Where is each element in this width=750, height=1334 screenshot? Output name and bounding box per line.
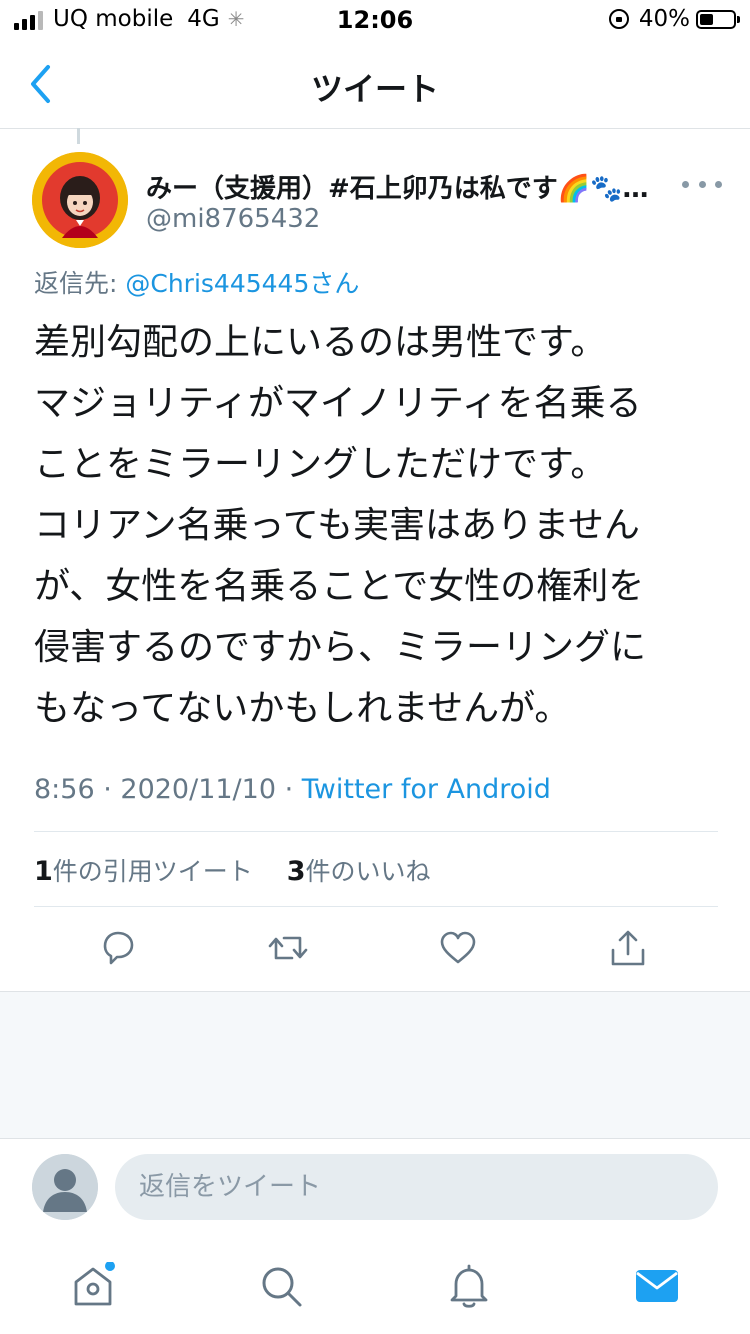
tab-home[interactable] bbox=[68, 1261, 118, 1310]
tweet-source-link[interactable]: Twitter for Android bbox=[302, 774, 551, 805]
tweet-text-line: ことをミラーリングしただけです。 bbox=[34, 444, 607, 485]
reply-icon bbox=[103, 931, 134, 965]
status-right: 40% bbox=[608, 6, 740, 32]
rotation-lock-icon bbox=[608, 9, 629, 29]
empty-replies-area bbox=[0, 991, 750, 1139]
share-button[interactable] bbox=[608, 928, 648, 968]
notifications-icon bbox=[450, 1264, 488, 1308]
tweet-text-line: が、女性を名乗ることで女性の権利を bbox=[34, 566, 645, 607]
tab-search[interactable] bbox=[256, 1262, 306, 1310]
tab-notifications[interactable] bbox=[444, 1262, 494, 1310]
tweet-text-line: 差別勾配の上にいるのは男性です。 bbox=[34, 322, 607, 363]
tweet-text: 差別勾配の上にいるのは男性です。 マジョリティがマイノリティを名乗る ことをミラ… bbox=[34, 312, 724, 739]
reply-button[interactable] bbox=[98, 928, 138, 968]
quote-count: 1 bbox=[34, 856, 53, 887]
author-handle[interactable]: @mi8765432 bbox=[146, 204, 320, 234]
author-avatar[interactable] bbox=[32, 152, 128, 248]
reply-to-prefix: 返信先: bbox=[34, 269, 126, 298]
quote-label: 件の引用ツイート bbox=[52, 857, 253, 886]
messages-icon bbox=[636, 1270, 678, 1302]
thread-line bbox=[77, 128, 80, 144]
battery-percent: 40% bbox=[638, 6, 690, 32]
retweet-button[interactable] bbox=[268, 928, 308, 968]
tweet-text-line: マジョリティがマイノリティを名乗る bbox=[34, 383, 642, 424]
more-options-button[interactable] bbox=[682, 172, 722, 196]
likes-link[interactable]: 3件のいいね bbox=[286, 856, 431, 887]
like-count: 3 bbox=[286, 856, 306, 887]
reply-to-line: 返信先: @Chris445445さん bbox=[34, 264, 359, 300]
quote-tweets-link[interactable]: 1件の引用ツイート bbox=[34, 856, 253, 887]
tweet-meta: 8:56 · 2020/11/10 · Twitter for Android bbox=[34, 774, 551, 805]
tab-messages[interactable] bbox=[632, 1262, 682, 1310]
home-icon bbox=[74, 1261, 115, 1306]
like-label: 件のいいね bbox=[305, 857, 431, 886]
divider bbox=[34, 906, 718, 907]
battery-icon bbox=[696, 9, 740, 29]
retweet-icon bbox=[268, 936, 308, 960]
tweet-stats: 1件の引用ツイート 3件のいいね bbox=[34, 852, 431, 888]
reply-to-mention[interactable]: @Chris445445さん bbox=[125, 269, 359, 298]
tweet-text-line: 侵害するのですから、ミラーリングに bbox=[34, 627, 647, 668]
more-dot bbox=[715, 180, 722, 188]
tweet-time: 8:56 bbox=[34, 774, 95, 805]
tweet-text-line: もなってないかもしれませんが。 bbox=[34, 688, 571, 729]
new-content-dot bbox=[105, 1261, 115, 1271]
tweet-date: 2020/11/10 bbox=[120, 774, 277, 805]
avatar-image bbox=[32, 152, 128, 248]
page-title: ツイート bbox=[310, 70, 439, 108]
status-bar: UQ mobile 4G ✳ 12:06 40% bbox=[0, 0, 750, 42]
more-dot bbox=[682, 180, 689, 188]
author-name[interactable]: みー（支援用）#石上卯乃は私です🌈🐾… bbox=[146, 168, 649, 205]
user-avatar bbox=[32, 1154, 98, 1220]
default-avatar-icon bbox=[32, 1154, 98, 1220]
search-icon bbox=[262, 1267, 302, 1307]
reply-input[interactable] bbox=[115, 1154, 718, 1220]
like-icon bbox=[440, 931, 476, 964]
more-dot bbox=[698, 180, 706, 188]
divider bbox=[34, 831, 718, 832]
nav-bar: ツイート bbox=[0, 42, 750, 129]
share-icon bbox=[611, 930, 645, 966]
like-button[interactable] bbox=[438, 928, 478, 968]
tweet-text-line: コリアン名乗っても実害はありません bbox=[34, 505, 640, 546]
